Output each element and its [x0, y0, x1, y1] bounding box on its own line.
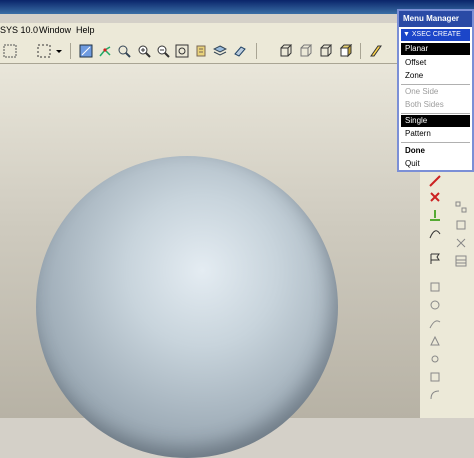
zoom-in-icon[interactable]	[136, 43, 152, 59]
blend-icon[interactable]	[428, 334, 442, 348]
toolbar-separator	[70, 43, 71, 59]
curve-icon[interactable]	[428, 226, 442, 240]
spin-center-icon[interactable]	[97, 43, 113, 59]
menu-item-single[interactable]: Single	[401, 115, 470, 127]
sweep-icon[interactable]	[428, 316, 442, 330]
menu-separator	[401, 113, 470, 114]
orient-icon[interactable]	[116, 43, 132, 59]
menu-item-offset[interactable]: Offset	[401, 57, 470, 69]
datum-icon[interactable]	[232, 43, 248, 59]
feature-toolbar	[420, 172, 474, 418]
axis-icon[interactable]	[428, 174, 442, 188]
repaint-icon[interactable]	[78, 43, 94, 59]
round-icon[interactable]	[428, 388, 442, 402]
graphics-viewport[interactable]	[0, 64, 420, 458]
zoom-out-icon[interactable]	[155, 43, 171, 59]
sphere-model[interactable]	[36, 156, 338, 458]
menu-item-pattern[interactable]: Pattern	[401, 128, 470, 140]
toolbar-separator	[360, 43, 361, 59]
menu-item-one-side: One Side	[405, 87, 439, 96]
frame-icon[interactable]	[2, 43, 18, 59]
menu-item-both-sides: Both Sides	[405, 100, 444, 109]
xsec-create-header[interactable]: ▼ XSEC CREATE	[401, 29, 470, 41]
menu-window[interactable]: Window	[39, 25, 71, 35]
menu-manager-panel: Menu Manager ▼ XSEC CREATE Planar Offset…	[397, 9, 474, 172]
extrude-icon[interactable]	[428, 280, 442, 294]
shell-icon[interactable]	[428, 370, 442, 384]
menu-item-planar[interactable]: Planar	[401, 43, 470, 55]
dropdown-icon[interactable]	[54, 43, 64, 59]
zoom-fit-icon[interactable]	[174, 43, 190, 59]
menu-manager-title: Menu Manager	[399, 11, 472, 27]
shaded-icon[interactable]	[338, 43, 354, 59]
sketch-icon[interactable]	[368, 43, 384, 59]
flag-icon[interactable]	[428, 252, 442, 266]
revolve-icon[interactable]	[428, 298, 442, 312]
point-icon[interactable]	[428, 208, 442, 222]
menu-separator	[401, 142, 470, 143]
view-manager-icon[interactable]	[193, 43, 209, 59]
box-view-icon[interactable]	[278, 43, 294, 59]
pattern-icon[interactable]	[454, 200, 468, 214]
menu-item-quit[interactable]: Quit	[401, 158, 470, 170]
menu-separator	[401, 84, 470, 85]
main-toolbar	[0, 39, 400, 64]
copy-icon[interactable]	[454, 218, 468, 232]
merge-icon[interactable]	[454, 236, 468, 250]
menu-help[interactable]: Help	[76, 25, 95, 35]
table-icon[interactable]	[454, 254, 468, 268]
hole-icon[interactable]	[428, 352, 442, 366]
select-box-icon[interactable]	[36, 43, 52, 59]
hidden-line-icon[interactable]	[298, 43, 314, 59]
cross-icon[interactable]	[428, 190, 442, 204]
toolbar-separator	[256, 43, 257, 59]
menu-item-done[interactable]: Done	[401, 145, 470, 157]
app-menu-fragment[interactable]: SYS 10.0	[0, 25, 38, 35]
layers-icon[interactable]	[212, 43, 228, 59]
no-hidden-icon[interactable]	[318, 43, 334, 59]
menu-item-zone[interactable]: Zone	[401, 70, 470, 82]
